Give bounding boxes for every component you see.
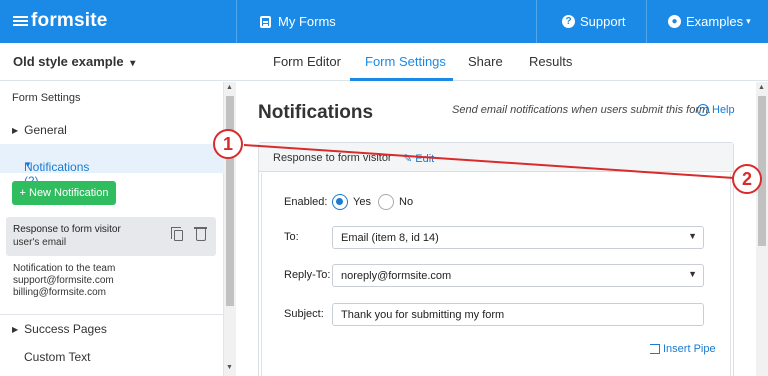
enabled-label: Enabled: — [284, 196, 328, 208]
scroll-up-icon[interactable]: ▲ — [226, 84, 233, 91]
tab-results[interactable]: Results — [529, 54, 572, 69]
sidebar-item-notifications[interactable]: ▼Notifications (2) — [0, 144, 224, 188]
notification-subtitle: user's email — [13, 237, 67, 248]
reply-to-label: Reply-To: — [284, 269, 331, 281]
forms-icon — [260, 15, 271, 28]
form-selector[interactable]: Old style example ▾ — [13, 54, 135, 69]
caret-right-icon: ▶ — [12, 325, 19, 334]
user-icon: ● — [668, 15, 681, 28]
notification-title: Notification to the team — [13, 263, 116, 274]
main-content: Notifications Send email notifications w… — [236, 82, 756, 376]
edit-label: Edit — [415, 153, 435, 165]
subject-input[interactable]: Thank you for submitting my form — [332, 303, 704, 326]
nav-divider — [236, 0, 237, 43]
app-root: formsite My Forms ? Support ● Examples ▾… — [0, 0, 768, 376]
panel-body: Enabled: Yes No To: Email (item 8, id 14… — [261, 173, 731, 376]
to-select[interactable]: Email (item 8, id 14) ▼ — [332, 226, 704, 249]
account-menu[interactable]: ● Examples ▾ — [668, 0, 751, 43]
enabled-yes-radio[interactable] — [332, 194, 348, 210]
sidebar-divider — [0, 314, 224, 315]
scrollbar-thumb[interactable] — [226, 96, 234, 306]
yes-label: Yes — [353, 196, 371, 208]
notification-item[interactable]: Notification to the team support@formsit… — [13, 263, 115, 299]
reply-to-select-value: noreply@formsite.com — [341, 270, 452, 282]
enabled-no-radio[interactable] — [378, 194, 394, 210]
top-nav-bar: formsite My Forms ? Support ● Examples ▾ — [0, 0, 768, 43]
tab-share[interactable]: Share — [468, 54, 503, 69]
my-forms-label: My Forms — [278, 14, 336, 29]
insert-pipe-label: Insert Pipe — [663, 343, 716, 355]
help-label: Help — [712, 104, 735, 116]
help-icon: ? — [697, 104, 709, 116]
scroll-up-icon[interactable]: ▲ — [758, 84, 765, 91]
notification-item-selected[interactable]: Response to form visitor user's email — [6, 217, 216, 256]
main-scrollbar[interactable]: ▲ — [756, 82, 768, 376]
notification-panel: Response to form visitor ✎ Edit Enabled:… — [258, 142, 734, 376]
form-tab-bar: Old style example ▾ Form Editor Form Set… — [0, 43, 768, 81]
insert-pipe-link[interactable]: Insert Pipe — [650, 343, 716, 355]
settings-sidebar: Form Settings ▶ General ▼Notifications (2… — [0, 82, 224, 376]
annotation-marker-2: 2 — [732, 164, 762, 194]
to-select-value: Email (item 8, id 14) — [341, 232, 439, 244]
to-label: To: — [284, 231, 299, 243]
chevron-down-icon: ▾ — [130, 58, 136, 69]
edit-link[interactable]: ✎ Edit — [403, 152, 434, 165]
no-label: No — [399, 196, 414, 208]
chevron-down-icon: ▾ — [746, 16, 751, 26]
help-link[interactable]: ? Help — [697, 104, 735, 116]
sidebar-item-custom-text[interactable]: Custom Text — [24, 350, 90, 364]
panel-header: Response to form visitor ✎ Edit — [259, 143, 733, 172]
scroll-down-icon[interactable]: ▼ — [226, 364, 233, 371]
notification-email: support@formsite.com — [13, 275, 114, 286]
panel-title: Response to form visitor — [273, 152, 392, 164]
sidebar-scrollbar[interactable]: ▲ ▼ — [224, 82, 236, 376]
question-icon: ? — [562, 15, 575, 28]
chevron-down-icon: ▼ — [688, 231, 697, 241]
caret-right-icon: ▶ — [12, 126, 19, 135]
copy-icon[interactable] — [171, 227, 183, 241]
sidebar-item-success-pages[interactable]: ▶ Success Pages — [12, 322, 107, 336]
page-description: Send email notifications when users subm… — [452, 104, 712, 116]
reply-to-select[interactable]: noreply@formsite.com ▼ — [332, 264, 704, 287]
tab-form-settings[interactable]: Form Settings — [365, 54, 446, 69]
sidebar-heading: Form Settings — [12, 92, 81, 104]
account-label: Examples — [686, 14, 744, 29]
menu-lines-icon — [13, 14, 28, 28]
page-title: Notifications — [258, 102, 374, 123]
brand-name: formsite — [31, 10, 108, 31]
support-link[interactable]: ? Support — [562, 0, 626, 43]
sidebar-item-general[interactable]: ▶ General — [12, 123, 67, 137]
subject-label: Subject: — [284, 308, 324, 320]
active-tab-indicator — [350, 78, 453, 81]
notification-title: Response to form visitor — [13, 224, 121, 235]
new-notification-button[interactable]: + New Notification — [12, 181, 116, 205]
trash-icon[interactable] — [194, 227, 207, 241]
chevron-down-icon: ▼ — [688, 269, 697, 279]
sidebar-item-label: General — [24, 123, 67, 137]
tab-form-editor[interactable]: Form Editor — [273, 54, 341, 69]
form-name: Old style example — [13, 54, 124, 69]
sidebar-item-label: Success Pages — [24, 322, 107, 336]
formsite-logo[interactable]: formsite — [13, 10, 108, 32]
nav-divider — [646, 0, 647, 43]
insert-pipe-icon — [650, 344, 660, 354]
notification-email: billing@formsite.com — [13, 287, 106, 298]
annotation-marker-1: 1 — [213, 129, 243, 159]
my-forms-link[interactable]: My Forms — [260, 0, 336, 43]
nav-divider — [536, 0, 537, 43]
support-label: Support — [580, 14, 626, 29]
